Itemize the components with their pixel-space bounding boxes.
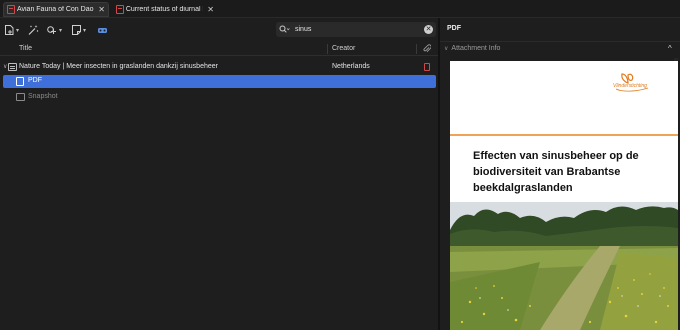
item-creator: Netherlands — [332, 63, 370, 70]
logo-text: Vlinderstichting — [613, 83, 647, 89]
section-label: Attachment Info — [451, 45, 501, 52]
attachments-column-icon[interactable] — [423, 44, 432, 56]
grassland-photo — [450, 202, 678, 330]
new-note-button[interactable]: ▾ — [71, 23, 86, 37]
pane-title: PDF — [447, 25, 461, 32]
search-input[interactable]: sinus — [295, 26, 311, 33]
attachment-row[interactable]: Snapshot — [0, 90, 440, 104]
add-by-identifier-button[interactable] — [27, 23, 39, 37]
divider — [450, 134, 678, 136]
chevron-down-icon: ▾ — [16, 27, 20, 34]
column-divider[interactable] — [416, 44, 417, 54]
tab-label: Current status of diurnal b — [125, 6, 204, 13]
sync-icon — [98, 27, 107, 33]
close-icon[interactable]: ✕ — [98, 5, 105, 14]
chevron-down-icon[interactable]: ∨ — [3, 63, 7, 70]
chevron-down-icon: ∨ — [444, 46, 449, 52]
table-row[interactable]: ∨ Nature Today | Meer insecten in grasla… — [0, 60, 440, 74]
new-item-icon — [5, 25, 14, 35]
new-item-button[interactable]: ▾ — [4, 23, 19, 37]
snapshot-icon — [16, 93, 25, 101]
tab-current-status[interactable]: Current status of diurnal b ✕ — [113, 2, 217, 17]
column-divider[interactable] — [327, 44, 328, 54]
add-attachment-button[interactable]: ▾ — [46, 23, 62, 37]
pdf-attachment-icon[interactable] — [424, 63, 430, 71]
collapse-icon[interactable]: ^ — [668, 44, 672, 53]
chevron-down-icon: ▾ — [59, 27, 63, 34]
note-icon — [72, 25, 81, 35]
paperclip-icon — [47, 26, 56, 34]
webpage-icon — [8, 63, 17, 71]
attachment-row-selected[interactable]: PDF — [3, 75, 436, 88]
pdf-icon — [116, 5, 124, 14]
attachment-info-header[interactable]: ∨ Attachment Info — [444, 45, 500, 52]
attachment-title: Snapshot — [28, 93, 58, 100]
attachment-title: PDF — [28, 77, 42, 84]
sync-button[interactable] — [97, 23, 108, 37]
chevron-down-icon: ▾ — [83, 27, 87, 34]
pdf-icon — [16, 77, 24, 86]
tab-label: Avian Fauna of Con Dao a — [16, 6, 95, 13]
column-headers: Title Creator — [0, 42, 440, 56]
column-header-creator[interactable]: Creator — [332, 45, 355, 52]
search-field[interactable]: sinus ✕ — [276, 22, 436, 37]
document-heading: Effecten van sinusbeheer op de biodivers… — [473, 150, 639, 194]
tab-bar: Avian Fauna of Con Dao a ✕ Current statu… — [0, 0, 680, 18]
paperclip-icon — [423, 44, 432, 53]
clear-search-icon[interactable]: ✕ — [424, 25, 433, 34]
magic-wand-icon — [28, 25, 39, 35]
close-icon[interactable]: ✕ — [207, 5, 214, 14]
divider — [440, 41, 680, 42]
tab-avian-fauna[interactable]: Avian Fauna of Con Dao a ✕ — [3, 2, 109, 17]
search-icon — [279, 25, 290, 33]
item-title: Nature Today | Meer insecten in grasland… — [19, 63, 218, 70]
pdf-preview[interactable]: Vlinderstichting Effecten van sinusbehee… — [450, 61, 678, 330]
column-header-title[interactable]: Title — [19, 45, 32, 52]
pdf-icon — [7, 5, 15, 14]
